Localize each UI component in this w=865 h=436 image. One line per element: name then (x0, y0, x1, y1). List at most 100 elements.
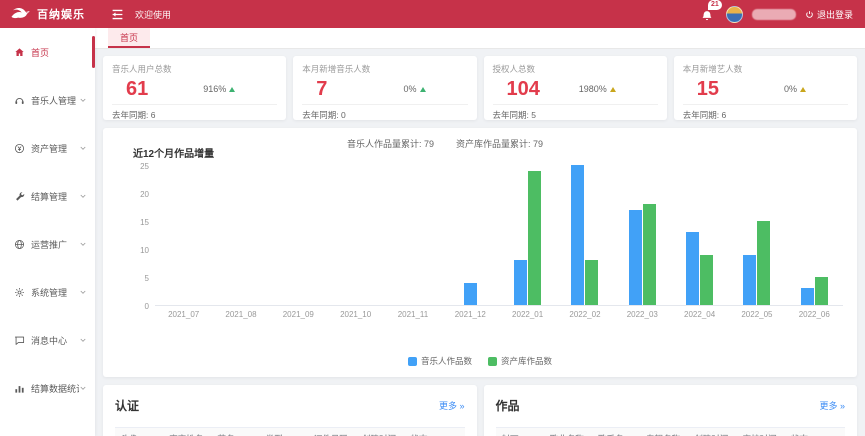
bar-asset[interactable] (757, 221, 770, 305)
sidebar-item-message-center[interactable]: 消息中心 (0, 316, 95, 364)
panel-works: 作品 更多 » 封面歌曲名称歌手名专辑名称创建时间审核时间状态 (484, 385, 858, 436)
sidebar-item-label: 资产管理 (31, 142, 67, 155)
bar-group (786, 166, 843, 305)
bar-group (556, 166, 613, 305)
x-tick-label: 2021_12 (442, 310, 499, 319)
stat-card-title: 授权人总数 (493, 63, 658, 75)
bar-musician[interactable] (743, 255, 756, 305)
bar-group (327, 166, 384, 305)
content: 音乐人用户总数61916%去年同期: 6本月新增音乐人数70%去年同期: 0授权… (95, 49, 865, 436)
main-area: 首页 音乐人用户总数61916%去年同期: 6本月新增音乐人数70%去年同期: … (95, 28, 865, 436)
username-redacted (752, 9, 796, 20)
bar-asset[interactable] (700, 255, 713, 305)
x-tick-label: 2022_01 (499, 310, 556, 319)
chart-summary: 资产库作品量累计: 79 (456, 139, 543, 149)
bar-asset[interactable] (815, 277, 828, 305)
sidebar-item-label: 音乐人管理 (31, 94, 76, 107)
bar-asset[interactable] (585, 260, 598, 305)
stat-card-value-row: 61916% (112, 77, 277, 101)
stat-card-percent: 1980% (579, 84, 616, 94)
y-tick-label: 10 (117, 246, 149, 255)
bar-group (614, 166, 671, 305)
bar-musician[interactable] (571, 165, 584, 305)
x-tick-label: 2021_08 (212, 310, 269, 319)
avatar[interactable] (726, 6, 743, 23)
sidebar-item-operations[interactable]: 运营推广 (0, 220, 95, 268)
y-tick-label: 20 (117, 190, 149, 199)
tab-bar: 首页 (95, 28, 865, 49)
bar-musician[interactable] (629, 210, 642, 305)
stat-card-percent: 0% (403, 84, 425, 94)
table-header-row: 封面歌曲名称歌手名专辑名称创建时间审核时间状态 (496, 427, 846, 436)
chevron-down-icon (79, 384, 87, 392)
sidebar-item-asset-mgmt[interactable]: 资产管理 (0, 124, 95, 172)
stat-card-divider (683, 104, 848, 105)
sidebar-collapse-icon[interactable] (109, 6, 125, 22)
legend-item[interactable]: 音乐人作品数 (408, 355, 472, 367)
sidebar: 首页音乐人管理资产管理结算管理运营推广系统管理消息中心结算数据统计 (0, 28, 95, 436)
notification-badge: 21 (708, 0, 722, 10)
legend-swatch (488, 357, 497, 366)
x-tick-label: 2021_07 (155, 310, 212, 319)
tab-home[interactable]: 首页 (108, 28, 150, 48)
bar-musician[interactable] (514, 260, 527, 305)
logout-button[interactable]: 退出登录 (805, 8, 853, 21)
table-header-row: 头像真实姓名艺名类型证件号码创建时间状态 (115, 427, 465, 436)
message-icon (14, 335, 25, 346)
stat-card-value-row: 150% (683, 77, 848, 101)
chevron-down-icon (79, 96, 87, 104)
legend-item[interactable]: 资产库作品数 (488, 355, 552, 367)
bar-group (728, 166, 785, 305)
sidebar-item-label: 结算管理 (31, 190, 67, 203)
stat-card-title: 本月新增艺人数 (683, 63, 848, 75)
bar-group (155, 166, 212, 305)
panel-header: 认证更多 » (115, 397, 465, 414)
trend-up-icon (420, 87, 426, 92)
stat-card-value-row: 1041980% (493, 77, 658, 101)
stat-card-divider (112, 104, 277, 105)
stat-card-total-musicians: 音乐人用户总数61916%去年同期: 6 (103, 56, 286, 120)
trend-up-icon (229, 87, 235, 92)
panel-title: 作品 (496, 397, 520, 414)
bar-musician[interactable] (464, 283, 477, 305)
sidebar-item-musician-mgmt[interactable]: 音乐人管理 (0, 76, 95, 124)
stat-card-value: 15 (697, 78, 719, 101)
chart-card: 音乐人作品量累计: 79资产库作品量累计: 79 近12个月作品增量 05101… (103, 128, 857, 377)
stat-card-percent: 916% (203, 84, 235, 94)
bar-asset[interactable] (528, 171, 541, 305)
gear-icon (14, 287, 25, 298)
stat-card-footer: 去年同期: 5 (493, 109, 658, 121)
x-axis-labels: 2021_072021_082021_092021_102021_112021_… (155, 310, 843, 319)
bird-logo-icon (10, 6, 32, 22)
x-tick-label: 2022_06 (786, 310, 843, 319)
bar-chart: 0510152025 2021_072021_082021_092021_102… (155, 166, 843, 319)
wrench-icon (14, 191, 25, 202)
more-link[interactable]: 更多 » (439, 399, 465, 412)
logo[interactable]: 百纳娱乐 (0, 6, 95, 22)
legend-label: 音乐人作品数 (421, 355, 472, 367)
y-tick-label: 25 (117, 162, 149, 171)
bar-musician[interactable] (686, 232, 699, 305)
headset-icon (14, 95, 25, 106)
sidebar-item-settlement-stats[interactable]: 结算数据统计 (0, 364, 95, 412)
sidebar-item-system-mgmt[interactable]: 系统管理 (0, 268, 95, 316)
stat-card-divider (302, 104, 467, 105)
sidebar-item-home[interactable]: 首页 (0, 28, 95, 76)
chevron-down-icon (79, 288, 87, 296)
stat-card-title: 音乐人用户总数 (112, 63, 277, 75)
plot-area (155, 166, 843, 306)
notification-bell-icon[interactable]: 21 (701, 6, 717, 22)
sidebar-item-settlement-mgmt[interactable]: 结算管理 (0, 172, 95, 220)
stat-card-new-artists: 本月新增艺人数150%去年同期: 6 (674, 56, 857, 120)
bar-group (499, 166, 556, 305)
bar-musician[interactable] (801, 288, 814, 305)
panel-header: 作品 更多 » (496, 397, 846, 414)
sidebar-item-label: 消息中心 (31, 334, 67, 347)
more-link[interactable]: 更多 » (819, 399, 845, 412)
y-tick-label: 5 (117, 274, 149, 283)
x-tick-label: 2022_05 (728, 310, 785, 319)
chevron-down-icon (79, 144, 87, 152)
bar-asset[interactable] (643, 204, 656, 305)
bar-group (270, 166, 327, 305)
coin-icon (14, 143, 25, 154)
